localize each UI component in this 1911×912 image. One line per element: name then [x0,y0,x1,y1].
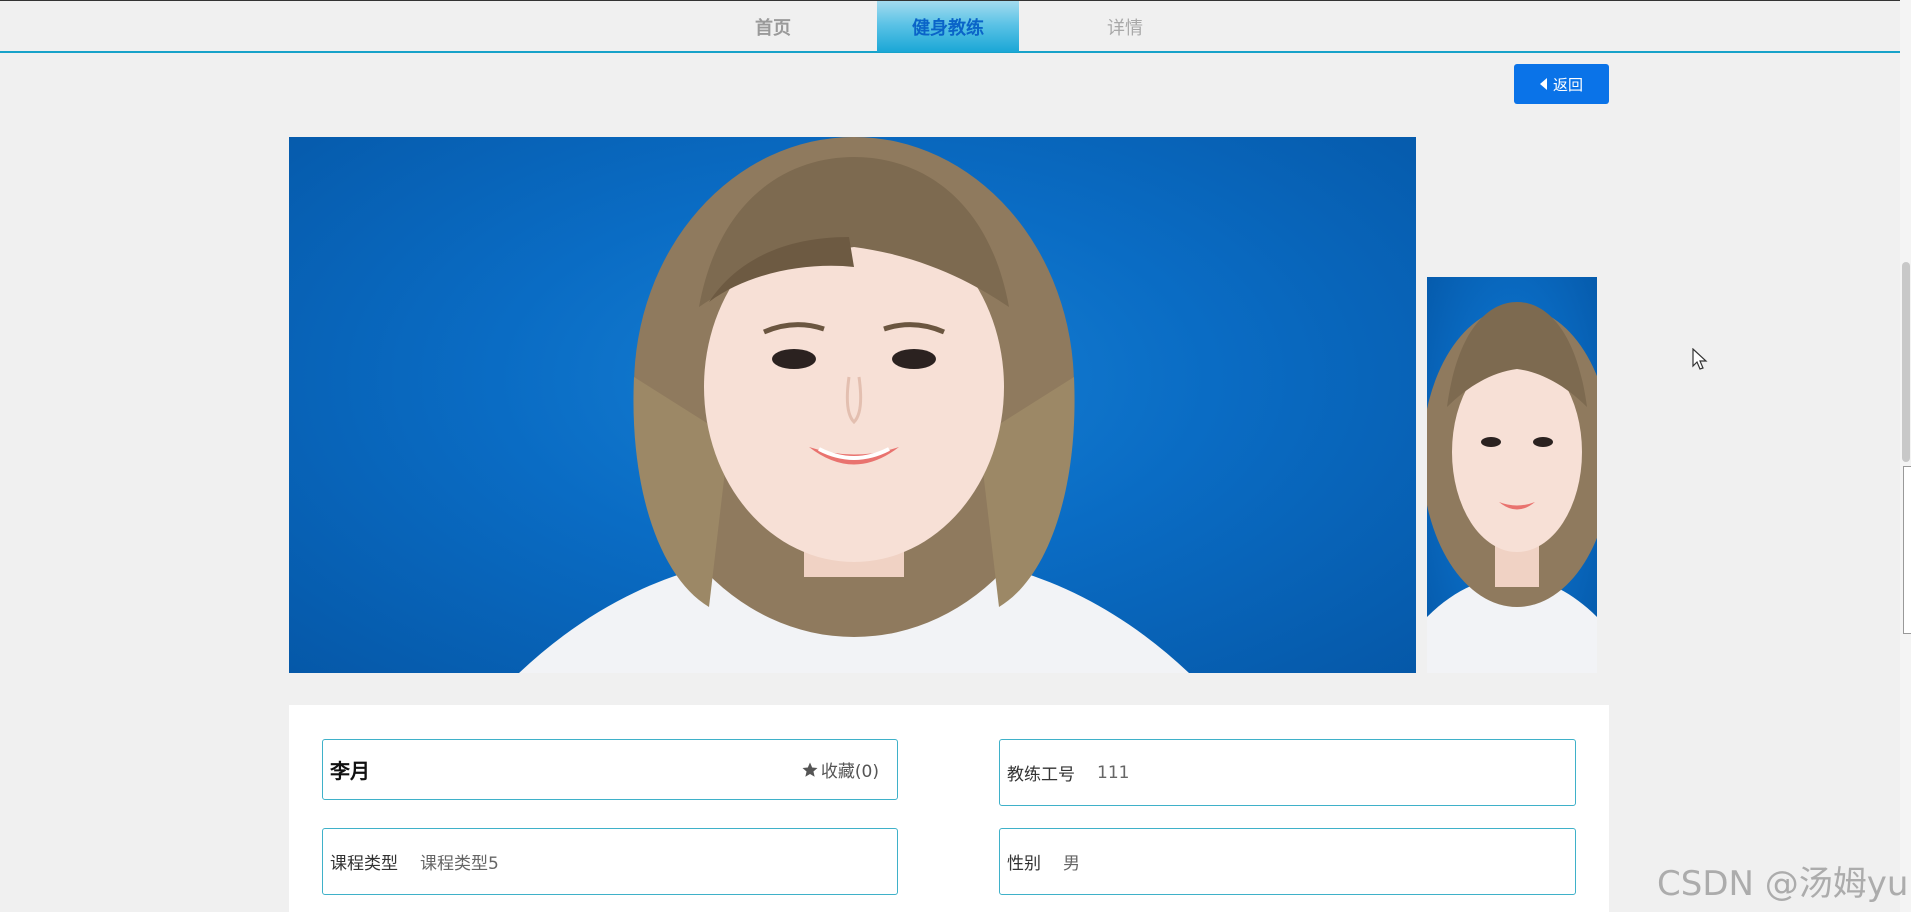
caret-left-icon [1539,78,1547,90]
favorite-button[interactable]: 收藏(0) [801,757,879,782]
coach-name: 李月 [330,759,370,783]
side-floating-panel[interactable] [1903,466,1911,634]
favorite-label: 收藏(0) [820,762,879,782]
back-button-label: 返回 [1552,75,1583,94]
coach-number-value: 111 [1097,762,1130,783]
coach-photo-thumbnail[interactable] [1427,277,1597,673]
course-type-label: 课程类型 [330,854,398,874]
course-type-field: 课程类型 课程类型5 [322,828,898,895]
portrait-image [519,137,1189,673]
watermark: CSDN @汤姆yu [1657,864,1909,904]
gender-label: 性别 [1007,854,1041,874]
nav-item-fitness-coach[interactable]: 健身教练 [877,1,1019,52]
coach-photo-main [289,137,1416,673]
nav-item-home[interactable]: 首页 [702,1,844,52]
back-button[interactable]: 返回 [1514,64,1609,104]
portrait-thumbnail-image [1427,302,1597,673]
star-icon [802,762,818,777]
coach-name-field: 李月 收藏(0) [322,739,898,800]
scrollbar-thumb[interactable] [1902,262,1910,462]
top-nav: 首页 健身教练 详情 [0,0,1900,53]
coach-number-field: 教练工号 111 [999,739,1576,806]
coach-number-label: 教练工号 [1007,765,1075,785]
mouse-cursor-icon [1692,348,1708,370]
coach-info-panel: 李月 收藏(0) 教练工号 111 课程类型 课程类型5 性别 男 [289,705,1609,912]
course-type-value: 课程类型5 [420,854,499,874]
gender-value: 男 [1063,854,1080,874]
gender-field: 性别 男 [999,828,1576,895]
nav-item-detail[interactable]: 详情 [1054,1,1196,52]
